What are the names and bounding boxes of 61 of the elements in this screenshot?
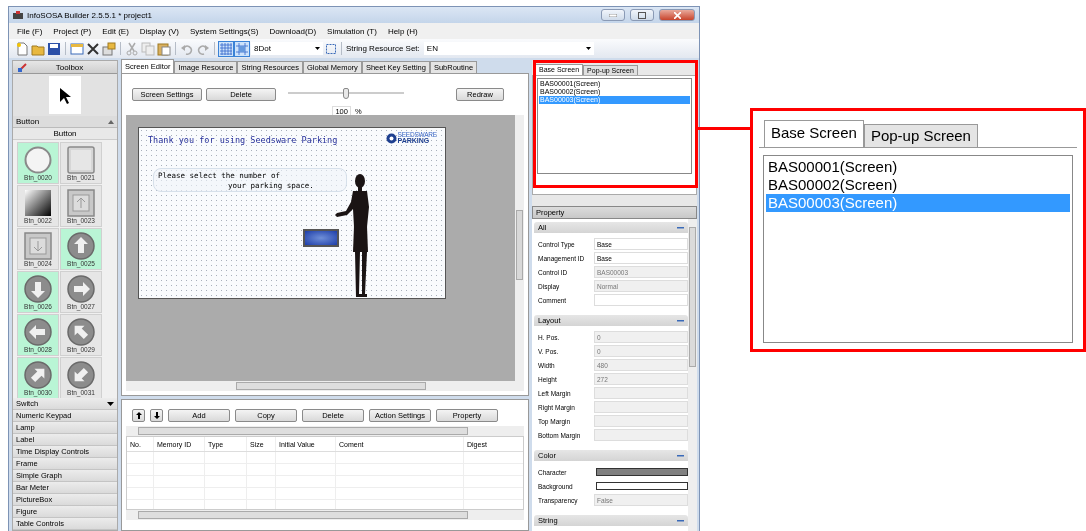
paste-icon[interactable]: [157, 41, 171, 56]
dropdown-arrow-icon: [315, 47, 320, 50]
window-title: InfoSOSA Builder 2.5.5.1 * project1: [27, 10, 152, 20]
menu-item[interactable]: Simulation (T): [327, 26, 377, 36]
button-image: [303, 229, 339, 247]
vertical-scrollbar[interactable]: [515, 115, 524, 381]
menu-item[interactable]: File (F): [17, 26, 43, 36]
menu-item[interactable]: Help (H): [387, 26, 418, 36]
copy-icon[interactable]: [141, 41, 155, 56]
frame-toggle-icon[interactable]: [325, 42, 337, 55]
grid-icon[interactable]: [219, 41, 233, 56]
dropdown-arrow-icon: [585, 47, 591, 50]
save-icon[interactable]: [47, 41, 61, 56]
move-up-button[interactable]: [132, 408, 145, 422]
property-field[interactable]: [594, 294, 688, 306]
close-icon: [673, 11, 681, 19]
app-icon: [13, 10, 23, 20]
maximize-icon: [638, 11, 646, 19]
string-resource-label: String Resource Set:: [346, 44, 420, 53]
minimize-icon: [609, 13, 617, 17]
menu-item[interactable]: Display (V): [139, 26, 179, 36]
slider-thumb[interactable]: [343, 88, 349, 99]
collapse-icon: [677, 319, 684, 322]
collapse-icon: [677, 454, 684, 457]
menu-item[interactable]: Edit (E): [102, 26, 129, 36]
screen-title: Thank you for using Seedsware Parking: [148, 135, 338, 145]
down-arrow-icon: [153, 411, 160, 419]
maximize-button[interactable]: [630, 9, 654, 21]
pointer-tool[interactable]: [49, 76, 81, 115]
move-down-button[interactable]: [150, 408, 163, 422]
close-icon[interactable]: [86, 41, 100, 56]
string-resource-select[interactable]: EN: [423, 42, 594, 55]
cut-icon[interactable]: [125, 41, 139, 56]
gradient-button-icon: [24, 188, 52, 217]
subgroup-header: Button: [13, 128, 117, 140]
new-file-icon[interactable]: [15, 41, 29, 56]
logo-icon: [385, 132, 397, 144]
horizontal-scrollbar[interactable]: [126, 510, 524, 520]
up-arrow-icon: [135, 411, 142, 419]
close-button[interactable]: [659, 9, 695, 21]
collapse-icon: [677, 226, 684, 229]
vertical-scrollbar[interactable]: [688, 219, 697, 531]
screen-type-tab[interactable]: Pop-up Screen: [863, 124, 978, 147]
horizontal-scrollbar[interactable]: [126, 426, 524, 436]
menu-item[interactable]: Project (P): [53, 26, 92, 36]
collapse-icon: [677, 519, 684, 522]
screen-list-item[interactable]: BAS00002(Screen): [766, 176, 1070, 194]
round-button-icon: [24, 145, 52, 174]
menu-item[interactable]: Download(D): [269, 26, 317, 36]
minimize-button[interactable]: [601, 9, 625, 21]
screen-list-item[interactable]: BAS00001(Screen): [766, 158, 1070, 176]
snap-grid-icon[interactable]: [235, 41, 249, 56]
square-button-icon: [67, 145, 95, 174]
toolbox-title: Toolbox: [54, 62, 85, 72]
screen-type-tab[interactable]: Base Screen: [764, 120, 864, 147]
menu-item[interactable]: System Settings(S): [189, 26, 259, 36]
horizontal-scrollbar[interactable]: [126, 381, 524, 391]
group-header[interactable]: Button: [13, 116, 117, 128]
grid-select[interactable]: 8Dot: [251, 42, 323, 55]
pointer-icon: [59, 86, 71, 104]
toolbox-icon: [18, 62, 27, 72]
